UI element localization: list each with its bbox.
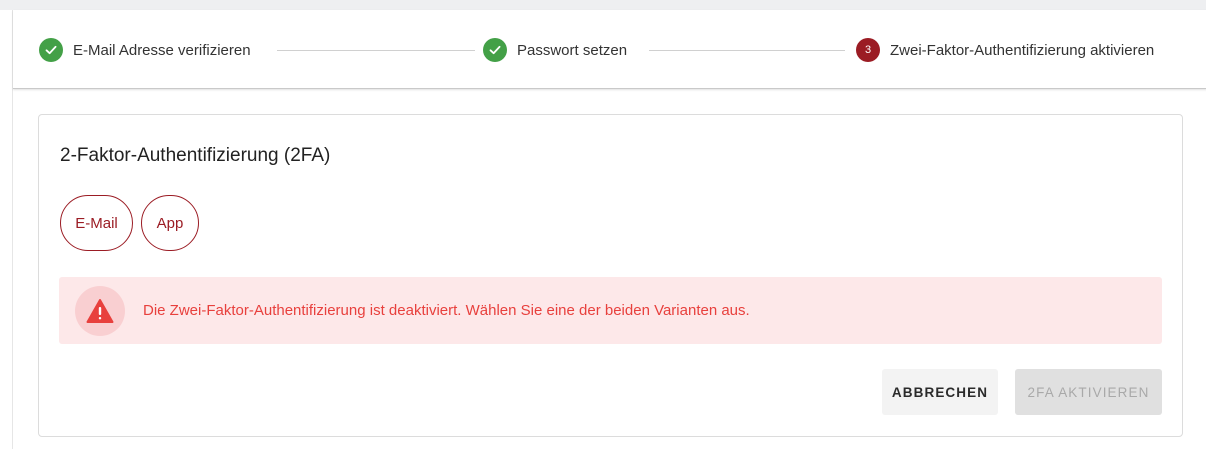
step-label: Passwort setzen — [517, 41, 628, 59]
step-label: E-Mail Adresse verifizieren — [73, 41, 251, 59]
check-circle-icon — [483, 38, 507, 62]
step-number-badge: 3 — [856, 38, 880, 62]
option-app-button[interactable]: App — [141, 195, 199, 251]
card-title: 2-Faktor-Authentifizierung (2FA) — [60, 145, 331, 166]
top-strip — [0, 0, 1206, 10]
step-label: Zwei-Faktor-Authentifizierung aktivieren — [890, 41, 1155, 59]
warning-triangle-icon — [75, 285, 125, 336]
activate-2fa-button[interactable]: 2FA AKTIVIEREN — [1015, 369, 1162, 415]
step-activate-2fa[interactable]: 3 Zwei-Faktor-Authentifizierung aktivier… — [856, 38, 1154, 62]
option-email-button[interactable]: E-Mail — [60, 195, 133, 251]
cancel-button[interactable]: ABBRECHEN — [882, 369, 998, 415]
step-set-password[interactable]: Passwort setzen — [483, 38, 627, 62]
check-circle-icon — [39, 38, 63, 62]
step-connector — [649, 50, 845, 51]
step-connector — [277, 50, 475, 51]
step-verify-email[interactable]: E-Mail Adresse verifizieren — [39, 38, 251, 62]
setup-frame: E-Mail Adresse verifizieren Passwort set… — [12, 10, 1206, 449]
twofa-card: 2-Faktor-Authentifizierung (2FA) E-Mail … — [38, 114, 1183, 437]
warning-alert: Die Zwei-Faktor-Authentifizierung ist de… — [59, 277, 1162, 344]
stepper: E-Mail Adresse verifizieren Passwort set… — [13, 10, 1206, 89]
alert-message: Die Zwei-Faktor-Authentifizierung ist de… — [143, 302, 750, 319]
